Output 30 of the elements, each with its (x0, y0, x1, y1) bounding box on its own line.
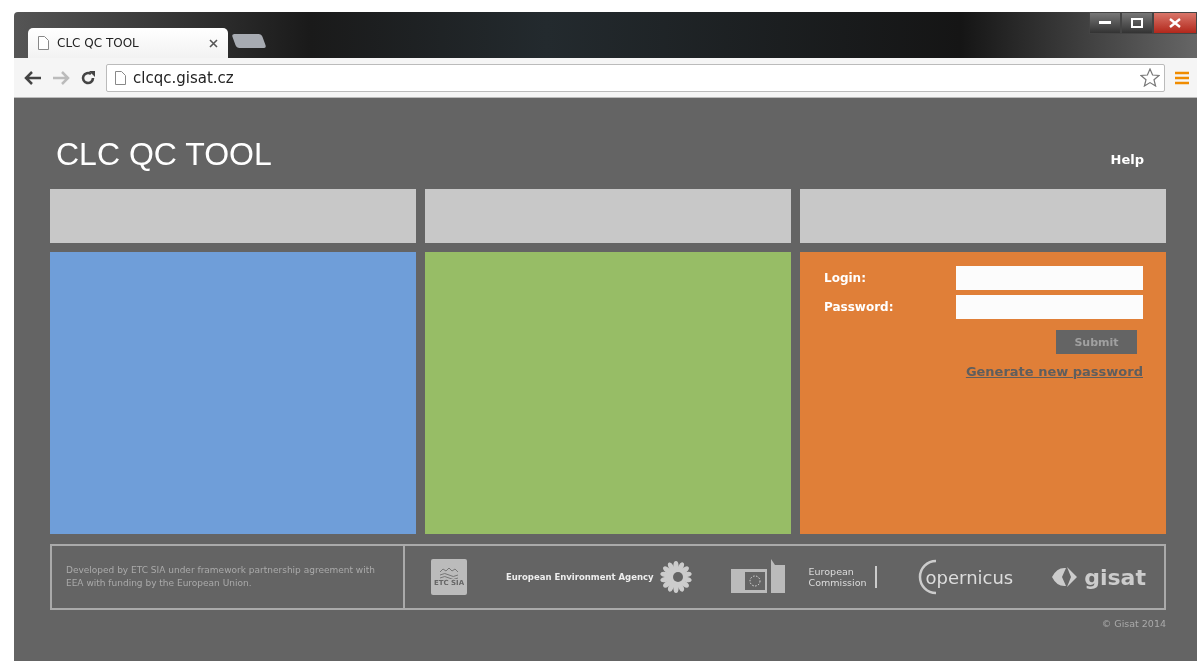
address-bar[interactable]: clcqc.gisat.cz (106, 63, 1165, 92)
input-field[interactable] (956, 266, 1143, 290)
input-field[interactable] (956, 295, 1143, 319)
footer-text: Developed by ETC SIA under framework partnership agreement with EEA with funding by the European Union. (52, 546, 405, 608)
copernicus-logo: opernicus (915, 558, 1014, 596)
field-label: Password: (824, 300, 894, 314)
field-label: Login: (824, 271, 866, 285)
copyright-text: © Gisat 2014 (1101, 618, 1166, 629)
logo-text: European Environment Agency (505, 572, 654, 582)
close-window-button[interactable] (1153, 12, 1197, 34)
help-link[interactable]: Help (1110, 152, 1144, 167)
star-icon[interactable] (1140, 68, 1160, 87)
sun-logo-icon (659, 561, 692, 593)
url-text: clcqc.gisat.cz (133, 68, 235, 87)
close-icon (1169, 18, 1181, 28)
close-icon[interactable] (209, 38, 218, 48)
minimize-icon (1099, 21, 1111, 25)
reload-icon[interactable] (80, 69, 96, 86)
logo-text: European Commission (808, 566, 877, 588)
page-icon (115, 70, 126, 85)
page-icon (38, 36, 49, 50)
app-title: CLC QC TOOL (56, 136, 272, 173)
tab-title: CLC QC TOOL (57, 36, 140, 50)
new-tab-button[interactable] (231, 34, 267, 48)
maximize-button[interactable] (1121, 12, 1153, 34)
back-icon[interactable] (24, 70, 42, 85)
gisat-logo: gisat (1052, 564, 1146, 590)
maximize-icon (1131, 18, 1143, 28)
minimize-button[interactable] (1089, 12, 1121, 34)
browser-tab[interactable]: CLC QC TOOL (28, 28, 228, 58)
